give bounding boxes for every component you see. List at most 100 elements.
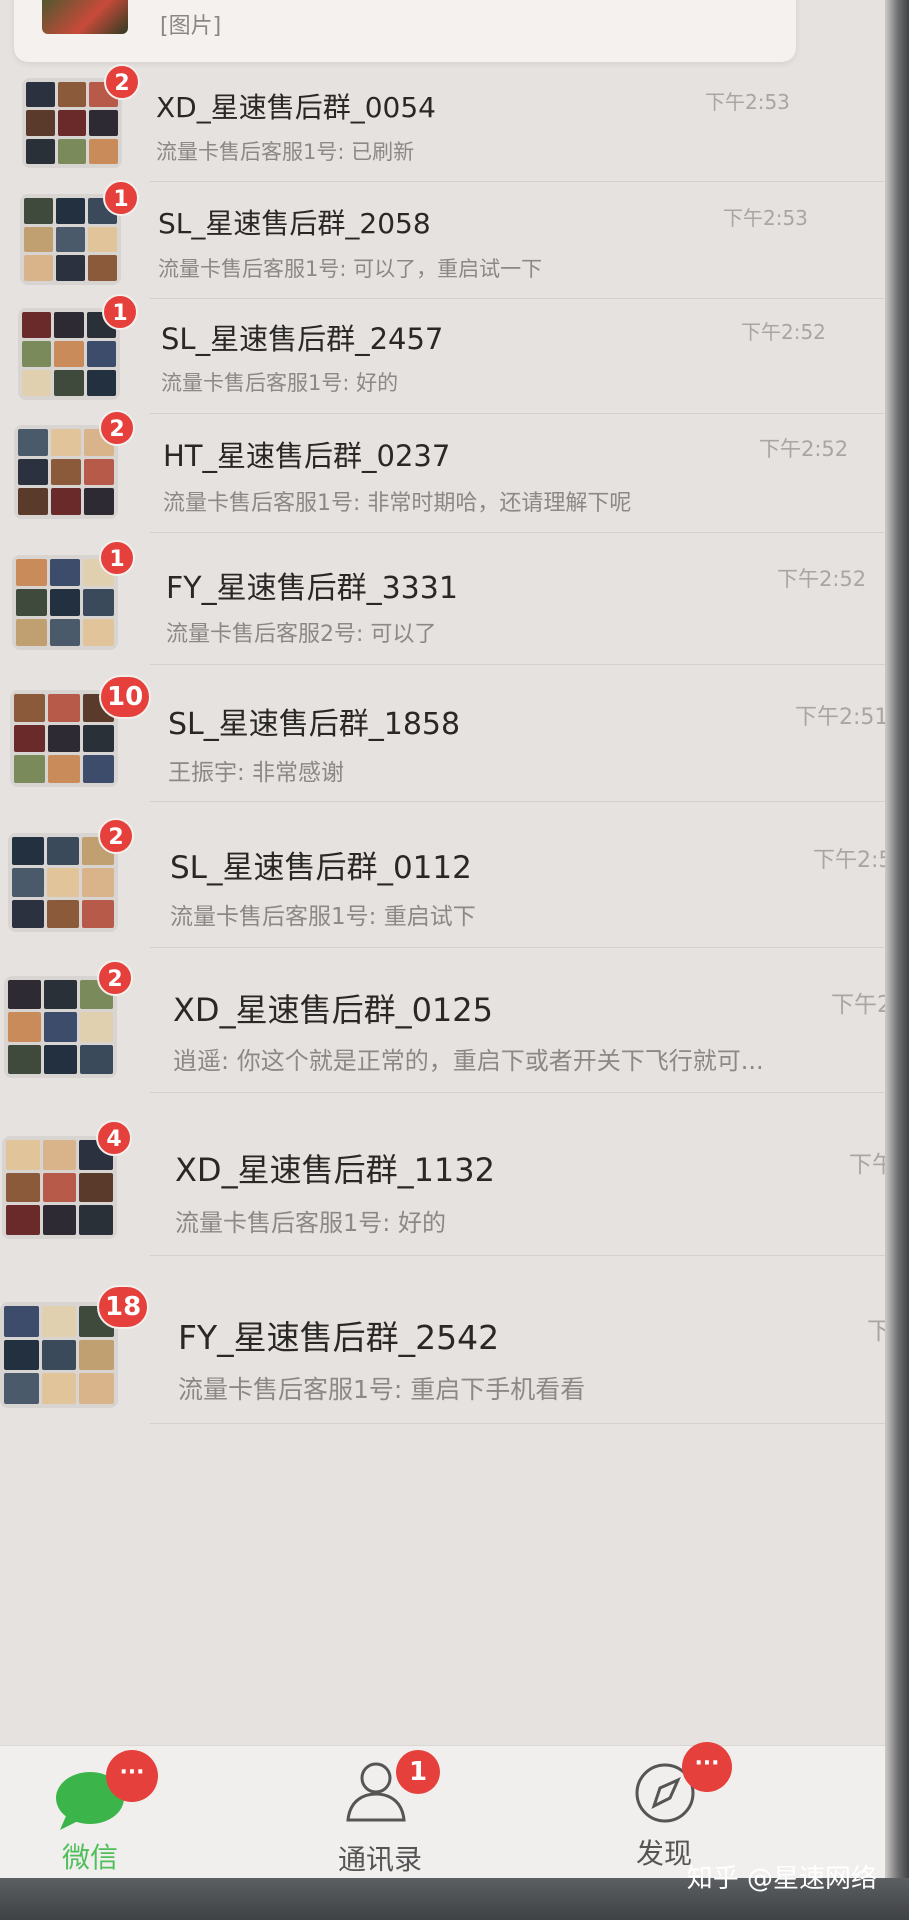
avatar-tile	[82, 724, 114, 753]
avatar-tile	[41, 1373, 77, 1404]
avatar-tile	[79, 1172, 113, 1203]
avatar-tile	[79, 1205, 113, 1235]
chat-row[interactable]: 2 HT_星速售后群_0237 流量卡售后客服1号: 非常时期哈，还请理解下呢 下午2…	[0, 410, 909, 533]
avatar-tile	[22, 370, 52, 396]
avatar-tile	[79, 1373, 114, 1404]
avatar-tile	[42, 1205, 77, 1235]
unread-badge: 1	[99, 540, 135, 576]
chat-time: 下午2:51	[795, 705, 889, 730]
chat-name: HT_星速售后群_0237	[163, 439, 451, 473]
avatar-tile	[51, 488, 81, 515]
image-thumbnail	[42, 0, 128, 34]
chat-row[interactable]: 1 SL_星速售后群_2457 流量卡售后客服1号: 好的 下午2:52	[0, 294, 909, 414]
pinned-chat[interactable]: [图片]	[14, 0, 796, 62]
chat-preview: 流量卡售后客服1号: 重启试下	[170, 904, 476, 930]
avatar-tile	[86, 341, 116, 367]
chat-row[interactable]: 10 SL_星速售后群_1858 王振宇: 非常感谢 下午2:51	[0, 675, 909, 802]
avatar-tile	[88, 255, 117, 281]
avatar-tile	[8, 1012, 41, 1042]
chat-row[interactable]: 1 FY_星速售后群_3331 流量卡售后客服2号: 可以了 下午2:52	[0, 540, 909, 665]
chat-name: SL_星速售后群_2058	[158, 207, 431, 240]
group-avatar	[4, 976, 117, 1078]
unread-badge: 2	[97, 960, 133, 996]
avatar-tile	[57, 82, 87, 108]
chat-list-screen: [图片] 2 XD_星速售后群_0054 流量卡售后客服1号: 已刷新 下午2:53 1…	[0, 0, 909, 1920]
row-divider	[150, 801, 909, 802]
avatar-tile	[16, 619, 47, 646]
chat-row[interactable]: 4 XD_星速售后群_1132 流量卡售后客服1号: 好的 下午	[0, 1120, 909, 1256]
avatar-tile	[84, 488, 114, 515]
unread-badge: 4	[96, 1120, 132, 1156]
chat-time: 下午2:52	[759, 437, 849, 461]
tab-contacts-badge: 1	[396, 1750, 440, 1794]
chat-row[interactable]: 1 SL_星速售后群_2058 流量卡售后客服1号: 可以了，重启试一下 下午2:53	[0, 180, 909, 299]
avatar-tile	[4, 1306, 39, 1337]
avatar-tile	[18, 458, 48, 486]
tab-chats-badge: ···	[106, 1750, 158, 1802]
chat-name: SL_星速售后群_0112	[170, 850, 472, 886]
device-bezel-right	[885, 0, 909, 1920]
chat-row[interactable]: 2 XD_星速售后群_0125 逍遥: 你这个就是正常的，重启下或者开关下飞行就可.…	[0, 960, 909, 1093]
unread-badge: 1	[103, 180, 139, 216]
avatar-tile	[51, 429, 81, 456]
avatar-tile	[4, 1373, 39, 1404]
chat-preview: 流量卡售后客服1号: 重启下手机看看	[178, 1375, 586, 1404]
chat-preview: 王振宇: 非常感谢	[168, 760, 345, 786]
avatar-tile	[16, 589, 47, 616]
avatar-tile	[47, 868, 79, 897]
avatar-tile	[24, 255, 53, 281]
avatar-tile	[12, 868, 44, 897]
chat-time: 下午2:53	[723, 206, 808, 230]
avatar-tile	[49, 619, 81, 646]
avatar-tile	[41, 1339, 77, 1371]
avatar-tile	[82, 755, 114, 783]
avatar-tile	[26, 110, 55, 136]
chat-time: 下午2:52	[741, 320, 826, 344]
avatar-tile	[12, 837, 44, 866]
avatar-tile	[44, 1044, 77, 1074]
avatar-tile	[8, 1044, 41, 1074]
avatar-tile	[16, 559, 47, 586]
avatar-tile	[84, 458, 114, 486]
unread-badge: 1	[102, 294, 138, 330]
chat-row[interactable]: 18 FY_星速售后群_2542 流量卡售后客服1号: 重启下手机看看下	[0, 1285, 909, 1424]
avatar-tile	[54, 312, 84, 338]
group-avatar	[2, 1136, 117, 1239]
avatar-tile	[86, 370, 116, 396]
unread-badge: 2	[104, 64, 140, 100]
chat-preview: 流量卡售后客服2号: 可以了	[166, 622, 437, 647]
row-divider	[150, 664, 909, 665]
chat-row[interactable]: 2 XD_星速售后群_0054 流量卡售后客服1号: 已刷新 下午2:53	[0, 64, 909, 182]
avatar-tile	[42, 1140, 77, 1170]
avatar-tile	[80, 1012, 113, 1042]
chat-preview: 流量卡售后客服1号: 好的	[161, 371, 399, 395]
avatar-tile	[6, 1205, 40, 1235]
chat-time: 下午2	[831, 992, 892, 1018]
avatar-tile	[88, 226, 117, 253]
avatar-tile	[4, 1339, 39, 1371]
watermark: 知乎 @星速网络	[686, 1864, 877, 1894]
avatar-tile	[14, 724, 46, 753]
chat-name: XD_星速售后群_0125	[173, 991, 494, 1029]
chat-preview: 流量卡售后客服1号: 可以了，重启试一下	[158, 257, 543, 281]
chat-name: XD_星速售后群_0054	[156, 91, 437, 124]
chat-name: SL_星速售后群_2457	[161, 322, 444, 356]
unread-badge: 2	[98, 818, 134, 854]
unread-badge: 2	[99, 410, 135, 446]
tab-contacts-label: 通讯录	[338, 1843, 423, 1876]
unread-badge: 10	[99, 675, 152, 719]
chat-row[interactable]: 2 SL_星速售后群_0112 流量卡售后客服1号: 重启试下 下午2:50	[0, 818, 909, 948]
avatar-tile	[49, 559, 81, 586]
avatar-tile	[6, 1172, 40, 1203]
avatar-tile	[44, 1012, 77, 1042]
avatar-tile	[83, 619, 114, 646]
avatar-tile	[48, 694, 80, 722]
row-divider	[150, 1092, 909, 1093]
chat-time: 下午2:52	[777, 567, 867, 591]
tab-contacts[interactable]: 通讯录 1	[320, 1746, 460, 1886]
avatar-tile	[82, 899, 114, 928]
row-divider	[150, 1255, 909, 1256]
avatar-tile	[57, 110, 87, 136]
avatar-tile	[26, 82, 55, 108]
tab-chats[interactable]: 微信 ···	[40, 1746, 190, 1886]
